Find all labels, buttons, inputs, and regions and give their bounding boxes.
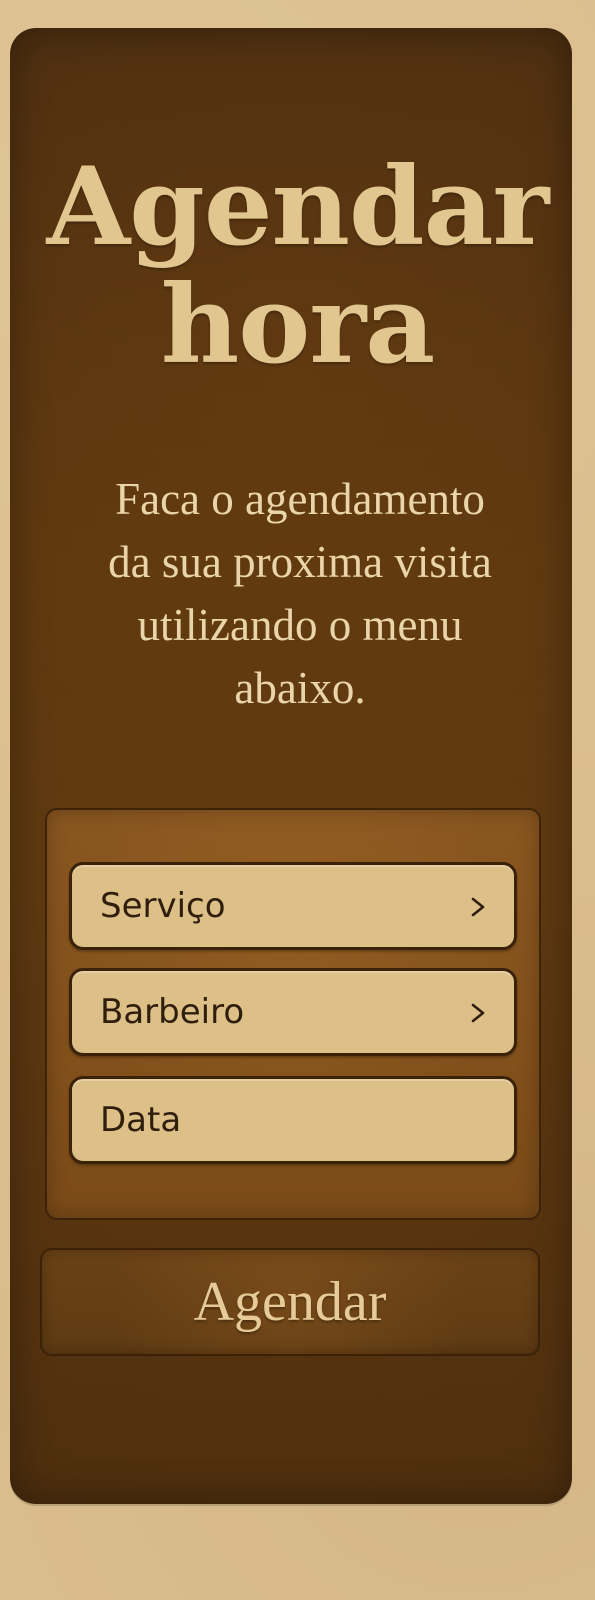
service-select[interactable]: Serviço bbox=[69, 862, 517, 950]
page-title-line-2: hora bbox=[160, 262, 435, 388]
intro-text-line-2: da sua proxima visita bbox=[108, 537, 492, 587]
barber-select[interactable]: Barbeiro bbox=[69, 968, 517, 1056]
date-field[interactable]: Data bbox=[69, 1076, 517, 1164]
service-select-label: Serviço bbox=[100, 886, 226, 926]
intro-text-line-1: Faca o agendamento bbox=[115, 474, 485, 524]
date-field-label: Data bbox=[100, 1100, 182, 1140]
schedule-button[interactable]: Agendar bbox=[40, 1248, 540, 1356]
schedule-button-label: Agendar bbox=[193, 1271, 387, 1333]
booking-form-panel: Serviço Barbeiro Data bbox=[45, 808, 541, 1220]
page-title: Agendar hora bbox=[0, 148, 595, 384]
intro-text-line-4: abaixo. bbox=[234, 663, 366, 713]
page-title-line-1: Agendar bbox=[46, 144, 550, 270]
chevron-right-icon bbox=[471, 1003, 485, 1023]
intro-text: Faca o agendamento da sua proxima visita… bbox=[60, 468, 540, 720]
barber-select-label: Barbeiro bbox=[100, 992, 245, 1032]
intro-text-line-3: utilizando o menu bbox=[137, 600, 463, 650]
chevron-right-icon bbox=[471, 897, 485, 917]
